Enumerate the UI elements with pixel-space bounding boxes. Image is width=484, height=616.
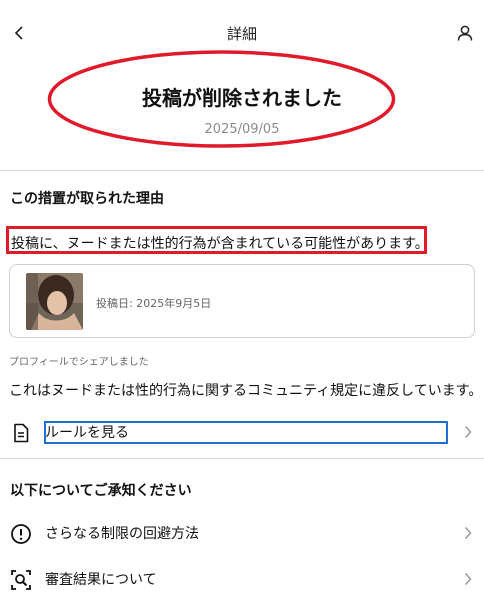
- top-bar: 詳細: [0, 18, 484, 50]
- chevron-right-icon: [462, 571, 474, 587]
- page: 詳細 投稿が削除されました 2025/09/05 この措置が取られた理由 投稿に…: [0, 0, 484, 616]
- search-review-icon: [10, 569, 32, 591]
- divider: [0, 170, 484, 171]
- alert-circle-icon: [10, 523, 32, 545]
- reason-heading: この措置が取られた理由: [10, 191, 164, 207]
- removal-title: 投稿が削除されました: [142, 86, 342, 110]
- notice-item-label: さらなる制限の回避方法: [45, 526, 199, 542]
- notice-item-review-result[interactable]: 審査結果について: [0, 561, 484, 597]
- violation-text: これはヌードまたは性的行為に関するコミュニティ規定に違反しています。: [9, 383, 483, 399]
- post-thumbnail: [26, 273, 83, 330]
- focus-outline: [44, 421, 448, 444]
- profile-button[interactable]: [454, 22, 476, 44]
- shared-note: プロフィールでシェアしました: [9, 357, 149, 368]
- post-date: 投稿日: 2025年9月5日: [96, 297, 212, 310]
- page-title: 詳細: [226, 25, 257, 43]
- chevron-right-icon: [462, 525, 474, 541]
- removal-summary: 投稿が削除されました 2025/09/05: [0, 50, 484, 162]
- notice-item-label: 審査結果について: [45, 572, 157, 588]
- divider: [0, 458, 484, 459]
- document-icon: [10, 422, 32, 444]
- reason-text: 投稿に、ヌードまたは性的行為が含まれている可能性があります。: [11, 236, 429, 252]
- notice-item-avoid-restrictions[interactable]: さらなる制限の回避方法: [0, 515, 484, 551]
- person-icon: [457, 25, 473, 41]
- removal-date: 2025/09/05: [204, 122, 280, 137]
- notice-heading: 以下についてご承知ください: [10, 483, 192, 499]
- chevron-right-icon: [462, 424, 474, 440]
